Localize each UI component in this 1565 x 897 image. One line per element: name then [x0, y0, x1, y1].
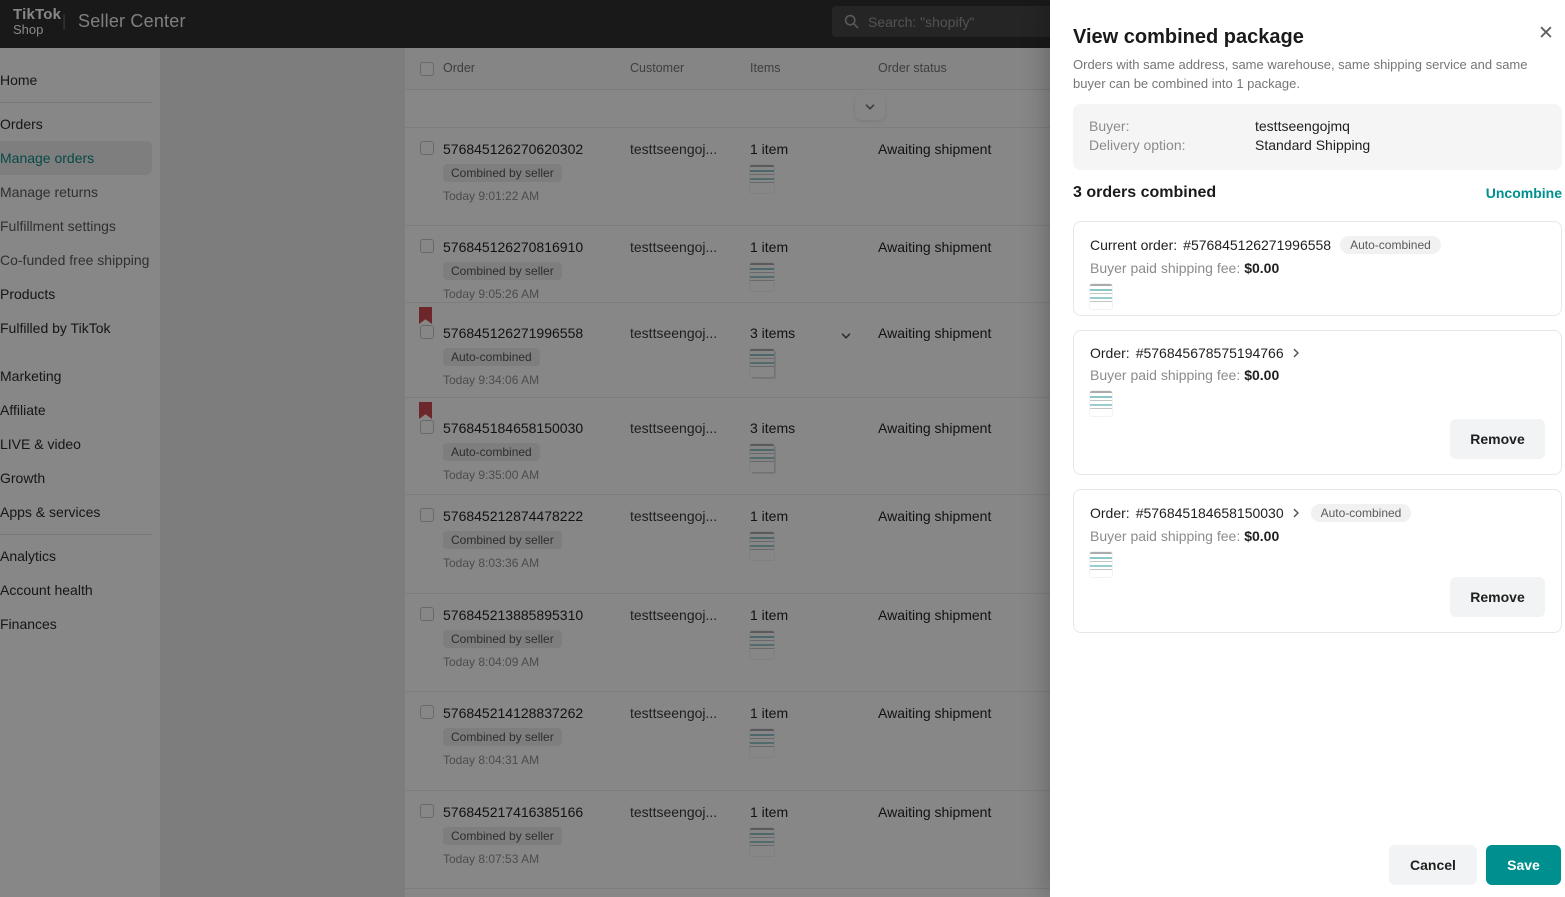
- product-thumbnail: [1090, 391, 1112, 416]
- fee-value: $0.00: [1244, 528, 1280, 544]
- delivery-option-value: Standard Shipping: [1255, 137, 1371, 153]
- buyer-info-box: Buyer: testtseengojmq Delivery option: S…: [1073, 104, 1562, 170]
- order-prefix: Order:: [1090, 505, 1130, 521]
- fee-label: Buyer paid shipping fee:: [1090, 260, 1241, 276]
- fee-label: Buyer paid shipping fee:: [1090, 528, 1241, 544]
- order-prefix: Order:: [1090, 345, 1130, 361]
- drawer-title: View combined package: [1073, 26, 1304, 48]
- order-number-link[interactable]: #576845184658150030: [1136, 505, 1284, 521]
- combined-order-card: Current order: #576845126271996558 Auto-…: [1073, 221, 1562, 316]
- fee-label: Buyer paid shipping fee:: [1090, 367, 1241, 383]
- cancel-button[interactable]: Cancel: [1389, 845, 1477, 885]
- auto-combined-badge: Auto-combined: [1340, 236, 1441, 254]
- fee-value: $0.00: [1244, 367, 1280, 383]
- remove-order-button[interactable]: Remove: [1450, 577, 1545, 617]
- chevron-right-icon[interactable]: [1290, 347, 1302, 359]
- product-thumbnail: [1090, 284, 1112, 309]
- view-combined-package-drawer: ✕ View combined package Orders with same…: [1050, 0, 1565, 897]
- orders-combined-heading: 3 orders combined: [1073, 184, 1217, 201]
- combined-order-card: Order: #576845184658150030 Auto-combined…: [1073, 489, 1562, 633]
- uncombine-link[interactable]: Uncombine: [1486, 185, 1562, 201]
- order-number-link: #576845126271996558: [1183, 237, 1332, 253]
- auto-combined-badge: Auto-combined: [1310, 504, 1412, 522]
- close-icon[interactable]: ✕: [1536, 24, 1556, 44]
- buyer-label: Buyer:: [1089, 118, 1130, 134]
- seller-center-screen: ♪ TikTok Shop | Seller Center Home Order…: [0, 0, 1565, 897]
- combined-order-card: Order: #576845678575194766 Buyer paid sh…: [1073, 330, 1562, 475]
- fee-value: $0.00: [1244, 260, 1280, 276]
- save-button[interactable]: Save: [1486, 845, 1561, 885]
- remove-order-button[interactable]: Remove: [1450, 419, 1545, 459]
- product-thumbnail: [1090, 552, 1112, 577]
- delivery-option-label: Delivery option:: [1089, 137, 1186, 153]
- buyer-value: testtseengojmq: [1255, 118, 1350, 134]
- drawer-subtitle: Orders with same address, same warehouse…: [1073, 57, 1528, 91]
- order-prefix: Current order:: [1090, 237, 1178, 253]
- chevron-right-icon[interactable]: [1290, 507, 1302, 519]
- order-number-link[interactable]: #576845678575194766: [1136, 345, 1284, 361]
